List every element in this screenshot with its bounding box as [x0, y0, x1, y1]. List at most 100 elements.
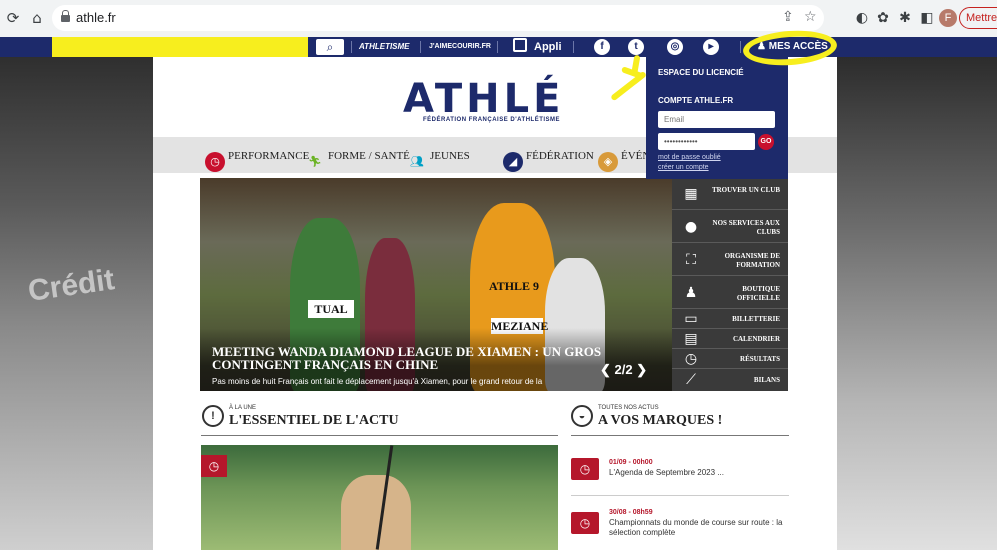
create-account-link[interactable]: créer un compte: [658, 164, 709, 171]
extensions-puzzle-icon[interactable]: ✱: [895, 8, 915, 28]
menu-federation[interactable]: ◢ FÉDÉRATION: [503, 145, 594, 172]
extension-leaf-icon[interactable]: ✿: [873, 8, 893, 28]
quick-link-formation[interactable]: ⛶ ORGANISME DE FORMATION: [672, 243, 788, 276]
ticket-icon: ▭: [684, 311, 698, 327]
forgot-password-link[interactable]: mot de passe oublié: [658, 154, 721, 161]
topbar-divider: [740, 41, 741, 53]
shirt-icon: ♟: [684, 285, 698, 301]
federation-icon: ◢: [503, 152, 523, 172]
hero-title[interactable]: MEETING WANDA DIAMOND LEAGUE DE XIAMEN :…: [212, 345, 652, 371]
marques-kicker: TOUTES NOS ACTUS: [598, 405, 659, 411]
quick-link-label: TROUVER UN CLUB: [711, 186, 780, 194]
search-icon[interactable]: ⌕: [316, 39, 344, 55]
background-sponsor-text: Crédit: [26, 263, 117, 308]
espace-licencie-link[interactable]: ESPACE DU LICENCIÉ: [658, 68, 744, 77]
stopwatch-icon: ◷: [571, 512, 599, 534]
appli-label: Appli: [534, 41, 562, 53]
actu-feature-image[interactable]: [201, 445, 558, 550]
prev-slide-icon[interactable]: ❮: [600, 362, 615, 377]
quick-link-calendrier[interactable]: ▤ CALENDRIER: [672, 329, 788, 349]
section-divider: [201, 435, 558, 436]
map-icon: ▦: [684, 186, 698, 202]
menu-jeunes-label: JEUNES: [430, 150, 470, 162]
hero-description: Pas moins de huit Français ont fait le d…: [212, 377, 543, 386]
news-time: 01/09 - 00h00: [609, 459, 653, 466]
quick-link-billetterie[interactable]: ▭ BILLETTERIE: [672, 309, 788, 329]
menu-performance[interactable]: ◷ PERFORMANCE: [205, 145, 310, 172]
athletisme-link[interactable]: ATHLETISME: [359, 37, 410, 57]
page: ⟳ ⌂ athle.fr ⇪ ☆ ◐ ✿ ✱ ◧ F Mettre ⌕ ATHL…: [0, 0, 997, 550]
jaimecourir-link[interactable]: J'AIMECOURIR.FR: [429, 37, 491, 57]
news-item[interactable]: Championnats du monde de course sur rout…: [609, 518, 799, 538]
menu-jeunes[interactable]: 👥︎ JEUNES: [407, 145, 470, 168]
extension-o-icon[interactable]: ◐: [852, 8, 872, 28]
race-bib: ATHLE 9: [486, 278, 542, 294]
twitter-icon[interactable]: t: [628, 39, 644, 55]
shoe-icon: ◒: [571, 405, 593, 427]
profile-avatar[interactable]: F: [939, 9, 957, 27]
quick-link-boutique[interactable]: ♟ BOUTIQUE OFFICIELLE: [672, 276, 788, 309]
actu-title: L'ESSENTIEL DE L'ACTU: [229, 413, 399, 428]
menu-evenements[interactable]: ◈ ÉVÉN: [598, 145, 650, 172]
hero-pager: ❮ 2/2 ❯: [600, 362, 647, 378]
menu-forme-sante[interactable]: 🏃︎ FORME / SANTÉ: [305, 145, 410, 168]
side-panel-icon[interactable]: ◧: [917, 8, 937, 28]
athle-logo[interactable]: ATHLÉ: [403, 76, 564, 122]
runner-icon: 🏃︎: [308, 155, 322, 168]
compte-athle-heading: COMPTE ATHLE.FR: [658, 96, 734, 105]
topbar-divider: [573, 41, 574, 53]
calendar-icon: ▤: [684, 331, 698, 347]
app-icon: [513, 38, 527, 52]
background-photo-right: [837, 57, 997, 550]
login-go-button[interactable]: GO: [758, 134, 774, 150]
search-input[interactable]: [52, 37, 308, 57]
share-icon[interactable]: ⇪: [782, 9, 794, 25]
section-divider: [571, 435, 789, 436]
home-icon[interactable]: ⌂: [28, 9, 46, 27]
background-photo-left: Crédit: [0, 57, 153, 550]
news-time: 30/08 - 08h59: [609, 509, 653, 516]
bookmark-star-icon[interactable]: ☆: [804, 9, 817, 25]
browser-toolbar: ⟳ ⌂ athle.fr ⇪ ☆ ◐ ✿ ✱ ◧ F Mettre: [0, 0, 997, 37]
quick-link-trouver-club[interactable]: ▦ TROUVER UN CLUB: [672, 178, 788, 210]
news-item[interactable]: L'Agenda de Septembre 2023 ...: [609, 468, 799, 478]
race-bib: TUAL: [308, 300, 354, 318]
topbar-divider: [497, 41, 498, 53]
quick-link-label: NOS SERVICES AUX CLUBS: [712, 219, 780, 236]
next-slide-icon[interactable]: ❯: [633, 362, 647, 377]
topbar-divider: [420, 41, 421, 53]
email-field[interactable]: [658, 111, 775, 128]
menu-performance-label: PERFORMANCE: [228, 150, 310, 162]
quick-link-label: BILLETTERIE: [732, 315, 780, 323]
instagram-icon[interactable]: ◎: [667, 39, 683, 55]
logo-tagline: FÉDÉRATION FRANÇAISE D'ATHLÉTISME: [423, 117, 561, 123]
url-text[interactable]: athle.fr: [76, 10, 116, 25]
quick-link-label: CALENDRIER: [732, 335, 780, 343]
quick-link-label: BILANS: [753, 376, 780, 384]
service-clubs-icon: ●: [684, 219, 698, 235]
quick-link-bilans[interactable]: ⟋ BILANS: [672, 369, 788, 391]
address-bar[interactable]: athle.fr ⇪ ☆: [52, 5, 824, 31]
marques-title: A VOS MARQUES !: [598, 413, 723, 428]
quick-link-resultats[interactable]: ◷ RÉSULTATS: [672, 349, 788, 369]
topbar-divider: [351, 41, 352, 53]
update-button[interactable]: Mettre: [959, 7, 997, 29]
stopwatch-icon: ◷: [684, 351, 698, 367]
youtube-icon[interactable]: ▸: [703, 39, 719, 55]
exclamation-icon: !: [202, 405, 224, 427]
kids-icon: 👥︎: [410, 155, 424, 168]
facebook-icon[interactable]: f: [594, 39, 610, 55]
event-icon: ◈: [598, 152, 618, 172]
quick-link-label: ORGANISME DE FORMATION: [724, 252, 780, 269]
news-divider: [571, 495, 789, 496]
menu-federation-label: FÉDÉRATION: [526, 150, 594, 162]
actu-kicker: À LA UNE: [229, 405, 257, 411]
quick-link-services-clubs[interactable]: ● NOS SERVICES AUX CLUBS: [672, 210, 788, 243]
menu-forme-sante-label: FORME / SANTÉ: [328, 150, 410, 162]
stopwatch-icon: ◷: [571, 458, 599, 480]
lock-icon[interactable]: [61, 10, 70, 23]
reload-icon[interactable]: ⟳: [4, 9, 22, 27]
password-field[interactable]: [658, 133, 755, 150]
chart-icon: ⟋: [686, 372, 696, 388]
appli-link[interactable]: Appli: [513, 37, 562, 57]
